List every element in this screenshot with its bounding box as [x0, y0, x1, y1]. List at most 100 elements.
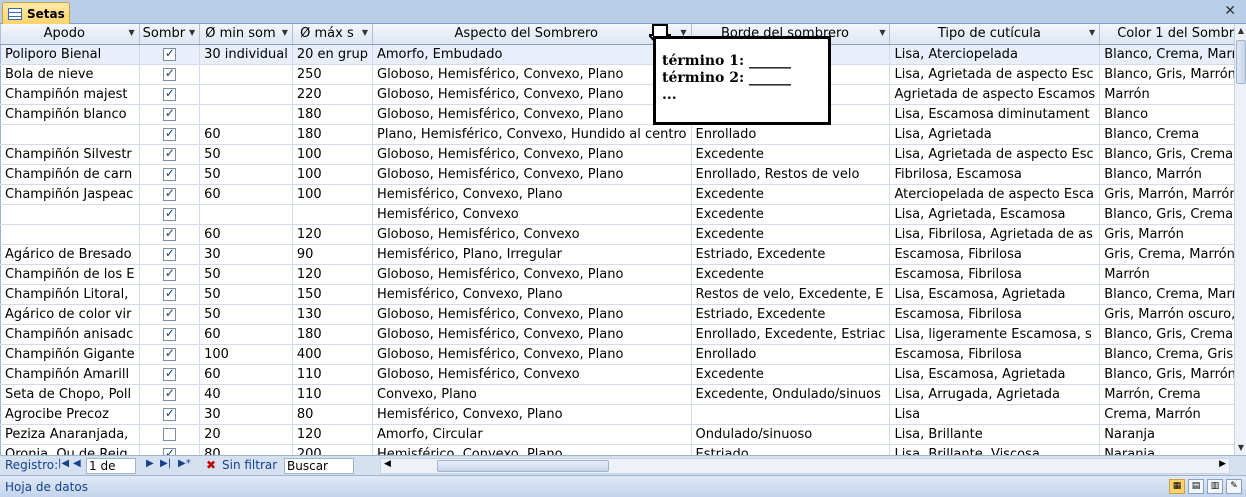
pivot-chart-view-icon[interactable]: ▥ [1207, 479, 1223, 494]
table-cell[interactable]: Escamosa, Fibrilosa [889, 264, 1101, 285]
sombrero-checkbox-cell[interactable] [139, 404, 201, 425]
table-cell[interactable]: 120 [292, 224, 374, 245]
record-position-input[interactable]: 1 de 324 [86, 458, 136, 487]
table-cell[interactable]: Enrollado, Restos de velo [691, 164, 891, 185]
table-cell[interactable]: Lisa, Escamosa, Agrietada [889, 364, 1101, 385]
table-cell[interactable]: Globoso, Hemisférico, Convexo, Plano [372, 164, 692, 185]
sombrero-checkbox-cell[interactable] [139, 264, 201, 285]
table-cell[interactable]: 50 [199, 264, 293, 285]
table-cell[interactable]: Champiñón blanco [0, 104, 140, 125]
horizontal-scrollbar[interactable]: ◀ ▶ [380, 458, 1230, 474]
table-row[interactable]: Champiñón Amarill 60110Globoso, Hemisféri… [0, 364, 1234, 385]
table-cell[interactable] [0, 224, 140, 245]
checkbox[interactable] [162, 206, 176, 221]
checkbox[interactable] [162, 406, 176, 421]
table-cell[interactable]: Marrón [1099, 84, 1234, 105]
table-cell[interactable]: Blanco, Crema, Marrón [1099, 284, 1234, 305]
table-cell[interactable]: 250 [292, 64, 374, 85]
checkbox[interactable] [162, 286, 176, 301]
table-cell[interactable]: 90 [292, 244, 374, 265]
table-cell[interactable]: 100 [292, 144, 374, 165]
column-header[interactable]: Color 1 del Sombrero▼ [1099, 24, 1234, 45]
table-cell[interactable]: 60 [199, 324, 293, 345]
table-cell[interactable]: 110 [292, 384, 374, 405]
checkbox[interactable] [162, 66, 176, 81]
table-row[interactable]: Champiñón de los E 50120Globoso, Hemisfér… [0, 264, 1234, 285]
table-cell[interactable]: Lisa, ligeramente Escamosa, s [889, 324, 1101, 345]
table-cell[interactable]: Ondulado/sinuoso [691, 424, 891, 445]
table-cell[interactable]: 80 [292, 404, 374, 425]
column-filter-arrow-icon[interactable]: ▼ [879, 28, 885, 37]
table-cell[interactable]: Lisa, Escamosa, Agrietada [889, 284, 1101, 305]
scroll-left-icon[interactable]: ◀ [384, 459, 391, 469]
table-cell[interactable]: Excedente [691, 264, 891, 285]
previous-record-icon[interactable]: ◀ [73, 458, 81, 469]
table-cell[interactable]: Amorfo, Circular [372, 424, 692, 445]
datasheet-grid[interactable]: Apodo ▼ Sombr ▼ Ø min som ▼ Ø máx s ▼ Aspecto de… [0, 24, 1234, 455]
table-cell[interactable]: 50 [199, 304, 293, 325]
table-cell[interactable]: 200 [292, 444, 374, 455]
first-record-icon[interactable]: |◀ [58, 458, 69, 469]
checkbox[interactable] [162, 86, 176, 101]
table-cell[interactable]: Blanco, Gris, Crema [1099, 204, 1234, 225]
checkbox[interactable] [162, 266, 176, 281]
table-row[interactable]: Peziza Anaranjada, 20 120 Amorfo, Circular O… [0, 424, 1234, 445]
table-cell[interactable]: Hemisférico, Convexo, Plano [372, 404, 692, 425]
table-cell[interactable]: Peziza Anaranjada, [0, 424, 140, 445]
table-row[interactable]: Champiñón anisadc 60180Globoso, Hemisféri… [0, 324, 1234, 345]
table-cell[interactable]: Champiñón Amarill [0, 364, 140, 385]
table-cell[interactable]: Agárico de Bresado [0, 244, 140, 265]
datasheet-view-icon[interactable]: ▦ [1169, 479, 1185, 494]
table-cell[interactable]: Excedente [691, 204, 891, 225]
table-cell[interactable]: 20 [199, 424, 293, 445]
table-cell[interactable]: Enrollado, Excedente, Estriac [691, 324, 891, 345]
table-row[interactable]: Seta de Chopo, Poll 40110Convexo, PlanoEx… [0, 384, 1234, 405]
sombrero-checkbox-cell[interactable] [139, 84, 201, 105]
table-row[interactable]: Champiñón majest 220Globoso, Hemisférico,… [0, 84, 1234, 105]
table-row[interactable]: Bola de nieve 250Globoso, Hemisférico, Co… [0, 64, 1234, 85]
table-row[interactable]: Champiñón blanco 180Globoso, Hemisférico,… [0, 104, 1234, 125]
table-cell[interactable]: Agrocibe Precoz [0, 404, 140, 425]
table-cell[interactable]: Gris, Crema, Marrón [1099, 244, 1234, 265]
table-cell[interactable]: Marrón, Crema [1099, 384, 1234, 405]
sombrero-checkbox-cell[interactable] [139, 384, 201, 405]
table-cell[interactable]: Naranja [1099, 424, 1234, 445]
table-cell[interactable]: Globoso, Hemisférico, Convexo [372, 364, 692, 385]
table-cell[interactable]: Champiñón anisadc [0, 324, 140, 345]
checkbox[interactable] [162, 146, 176, 161]
table-cell[interactable]: Blanco, Crema, Marrón [1099, 44, 1234, 65]
table-cell[interactable]: Oronja, Ou de Reig [0, 444, 140, 455]
checkbox[interactable] [162, 126, 176, 141]
table-cell[interactable]: 40 [199, 384, 293, 405]
column-filter-arrow-icon[interactable]: ▼ [282, 28, 288, 37]
table-cell[interactable]: Hemisférico, Convexo, Plano [372, 284, 692, 305]
table-cell[interactable]: Blanco, Crema [1099, 124, 1234, 145]
table-cell[interactable]: 220 [292, 84, 374, 105]
table-cell[interactable]: Globoso, Hemisférico, Convexo, Plano [372, 104, 692, 125]
table-cell[interactable]: 150 [292, 284, 374, 305]
tab-setas[interactable]: Setas [2, 2, 70, 24]
table-row[interactable]: Champiñón Silvestr 50100Globoso, Hemisfér… [0, 144, 1234, 165]
table-cell[interactable] [0, 204, 140, 225]
table-cell[interactable]: 50 [199, 284, 293, 305]
scroll-right-icon[interactable]: ▶ [1219, 459, 1226, 469]
table-cell[interactable]: Aterciopelada de aspecto Esca [889, 184, 1101, 205]
table-cell[interactable]: Champiñón Litoral, [0, 284, 140, 305]
checkbox[interactable] [162, 246, 176, 261]
horizontal-scroll-thumb[interactable] [437, 460, 609, 472]
table-cell[interactable]: 30 individual [199, 44, 293, 65]
table-cell[interactable]: Lisa, Aterciopelada [889, 44, 1101, 65]
checkbox[interactable] [162, 427, 176, 441]
table-cell[interactable]: 180 [292, 124, 374, 145]
table-cell[interactable]: 100 [292, 164, 374, 185]
table-cell[interactable]: Lisa, Agrietada de aspecto Esc [889, 144, 1101, 165]
table-cell[interactable]: Excedente [691, 364, 891, 385]
table-cell[interactable]: 60 [199, 184, 293, 205]
table-cell[interactable]: Lisa, Escamosa diminutament [889, 104, 1101, 125]
table-cell[interactable]: Blanco, Marrón [1099, 164, 1234, 185]
table-cell[interactable]: Lisa, Fibrilosa, Agrietada de as [889, 224, 1101, 245]
table-cell[interactable]: Lisa, Arrugada, Agrietada [889, 384, 1101, 405]
checkbox[interactable] [162, 366, 176, 381]
table-cell[interactable]: Gris, Marrón, Marrón Oscu [1099, 184, 1234, 205]
table-cell[interactable]: Champiñón Jaspeac [0, 184, 140, 205]
